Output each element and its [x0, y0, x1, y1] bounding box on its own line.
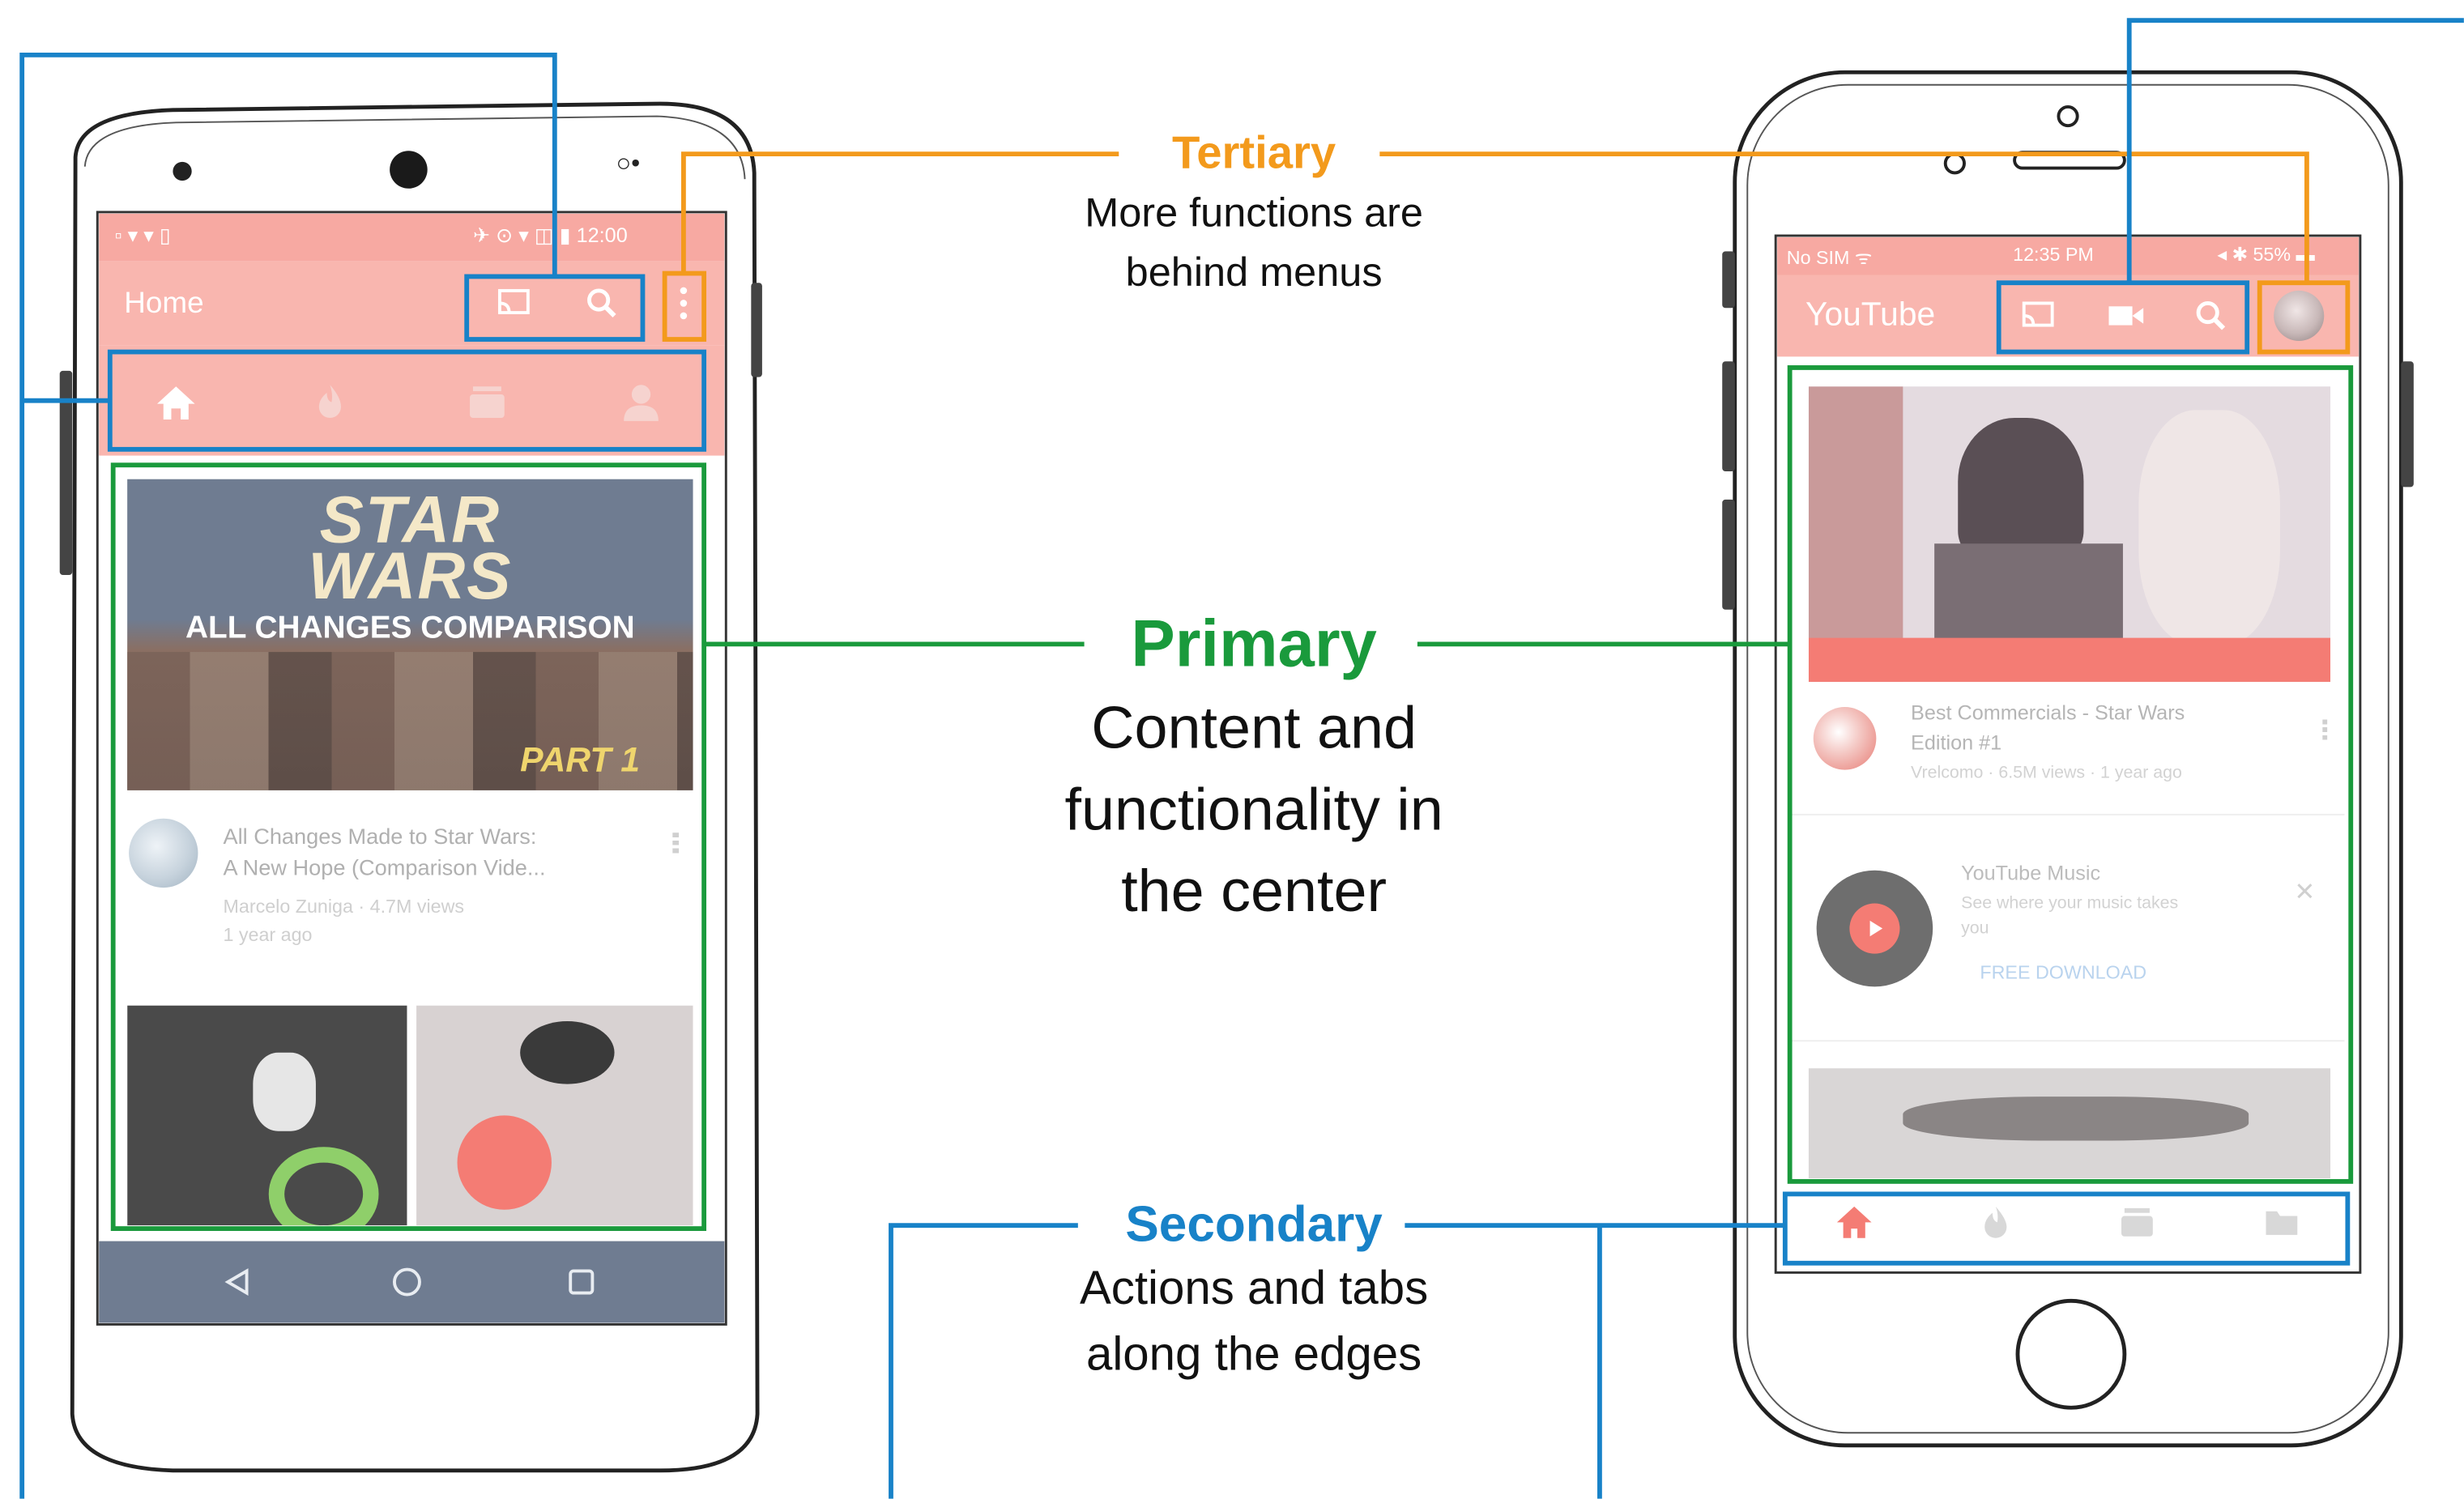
promo-desc-line1: See where your music takes	[1961, 893, 2179, 913]
tertiary-heading: Tertiary	[1171, 129, 1336, 180]
iphone-video1-title-line1[interactable]: Best Commercials - Star Wars	[1911, 701, 2185, 724]
search-icon[interactable]	[2189, 297, 2232, 335]
promo-title: YouTube Music	[1961, 861, 2101, 885]
home-circle-icon[interactable]	[388, 1263, 426, 1301]
music-promo-disc[interactable]	[1816, 870, 1933, 987]
secondary-line2: along the edges	[1085, 1329, 1422, 1382]
primary-line2: functionality in	[1064, 777, 1443, 844]
iphone-status-center: 12:35 PM	[2013, 243, 2094, 266]
android-app-bar: Home	[99, 261, 725, 346]
iphone-video2-thumbnail[interactable]	[1808, 1068, 2331, 1178]
account-avatar-icon[interactable]	[2274, 290, 2325, 341]
iphone-status-right: ◂ ✱ 55% ▬	[2217, 243, 2315, 266]
home-icon[interactable]	[1831, 1200, 1878, 1244]
free-download-button[interactable]: FREE DOWNLOAD	[1980, 961, 2146, 983]
subscriptions-icon[interactable]	[2113, 1200, 2160, 1244]
diagram-canvas: ○• ▫ ▾ ▾ ▯ ✈ ⊙ ▾ ◫ ▮ 12:00 Home STAR WAR…	[0, 0, 2464, 1499]
close-icon[interactable]: ✕	[2294, 877, 2315, 909]
primary-line3: the center	[1121, 859, 1388, 926]
android-earpiece-dot	[173, 161, 192, 181]
thumb-figure-helmet	[1958, 418, 2084, 560]
library-icon[interactable]	[2258, 1200, 2305, 1244]
android-video1-thumbnail[interactable]: STAR WARS ALL CHANGES COMPARISON PART 1	[127, 479, 693, 790]
play-icon	[1849, 903, 1900, 954]
back-icon[interactable]	[219, 1263, 257, 1301]
primary-heading: Primary	[1131, 606, 1377, 681]
android-sensor-icon: ○•	[616, 151, 641, 178]
android-status-bar: ▫ ▾ ▾ ▯ ✈ ⊙ ▾ ◫ ▮ 12:00	[99, 213, 725, 262]
thumb-starship	[1903, 1097, 2249, 1141]
iphone-video1-thumbnail[interactable]	[1808, 386, 2331, 682]
android-status-left: ▫ ▾ ▾ ▯	[114, 223, 171, 247]
video1-meta-line1: Marcelo Zuniga · 4.7M views	[223, 895, 465, 918]
android-tab-bar	[99, 345, 725, 456]
iphone-video1-overflow-icon[interactable]	[2322, 719, 2328, 742]
trending-icon[interactable]	[303, 377, 356, 428]
thumb-dark-object	[520, 1021, 615, 1084]
video1-meta-line2: 1 year ago	[223, 923, 313, 946]
iphone: No SIM ᯤ 12:35 PM ◂ ✱ 55% ▬ YouTube Best…	[1697, 0, 2464, 1499]
promo-desc-line2: you	[1961, 918, 1989, 939]
tertiary-line2: behind menus	[1125, 248, 1383, 296]
account-icon[interactable]	[615, 377, 668, 428]
primary-annotation: Primary Content and functionality in the…	[974, 600, 1534, 933]
thumb-title-line2: WARS	[308, 539, 513, 613]
thumb-figure-right	[2138, 410, 2280, 646]
thumb-badge: PART 1	[520, 739, 641, 780]
video1-title-line1[interactable]: All Changes Made to Star Wars:	[223, 824, 536, 849]
cast-icon[interactable]	[492, 284, 535, 322]
iphone-status-left: No SIM ᯤ	[1786, 246, 1873, 269]
iphone-status-bar: No SIM ᯤ 12:35 PM ◂ ✱ 55% ▬	[1777, 236, 2359, 275]
iphone-app-bar: YouTube	[1777, 275, 2359, 357]
secondary-heading: Secondary	[1125, 1195, 1383, 1253]
android-status-right: ✈ ⊙ ▾ ◫ ▮ 12:00	[472, 223, 628, 247]
tertiary-line1: More functions are	[1085, 188, 1423, 236]
subscriptions-icon[interactable]	[460, 377, 514, 428]
thumb-subtitle: ALL CHANGES COMPARISON	[185, 611, 635, 646]
tertiary-annotation: Tertiary More functions are behind menus	[1006, 126, 1503, 301]
thumb-white-object	[253, 1052, 316, 1131]
secondary-annotation: Secondary Actions and tabs along the edg…	[1006, 1191, 1503, 1389]
avatar[interactable]	[129, 818, 198, 888]
search-icon[interactable]	[580, 284, 624, 322]
trending-icon[interactable]	[1972, 1200, 2019, 1244]
camera-icon[interactable]	[2104, 297, 2148, 335]
android-nav-bar	[99, 1241, 725, 1323]
iphone-video1-meta: Vrelcomo · 6.5M views · 1 year ago	[1911, 763, 2182, 783]
primary-line1: Content and	[1091, 696, 1417, 762]
android-front-camera	[390, 151, 428, 189]
iphone-app-title: YouTube	[1805, 296, 1936, 334]
secondary-line1: Actions and tabs	[1079, 1263, 1429, 1315]
thumb-desk	[1808, 637, 2331, 682]
android-app-title: Home	[124, 287, 204, 321]
thumb-red-object	[457, 1115, 552, 1210]
iphone-tab-bar	[1777, 1190, 2359, 1267]
divider	[1791, 813, 2345, 816]
recents-icon[interactable]	[563, 1263, 601, 1301]
overflow-menu-icon[interactable]	[668, 281, 700, 325]
iphone-video1-title-line2[interactable]: Edition #1	[1911, 730, 2001, 754]
android-video2-thumbnail[interactable]	[127, 1005, 693, 1226]
home-icon[interactable]	[149, 377, 202, 428]
divider	[1791, 1040, 2345, 1042]
channel-avatar[interactable]	[1813, 707, 1877, 770]
video1-title-line2[interactable]: A New Hope (Comparison Vide...	[223, 854, 545, 879]
iphone-frame	[1722, 70, 2414, 1448]
video1-overflow-icon[interactable]	[672, 833, 680, 855]
android-phone: ○• ▫ ▾ ▾ ▯ ✈ ⊙ ▾ ◫ ▮ 12:00 Home STAR WAR…	[0, 0, 786, 1499]
cast-icon[interactable]	[2016, 297, 2060, 335]
